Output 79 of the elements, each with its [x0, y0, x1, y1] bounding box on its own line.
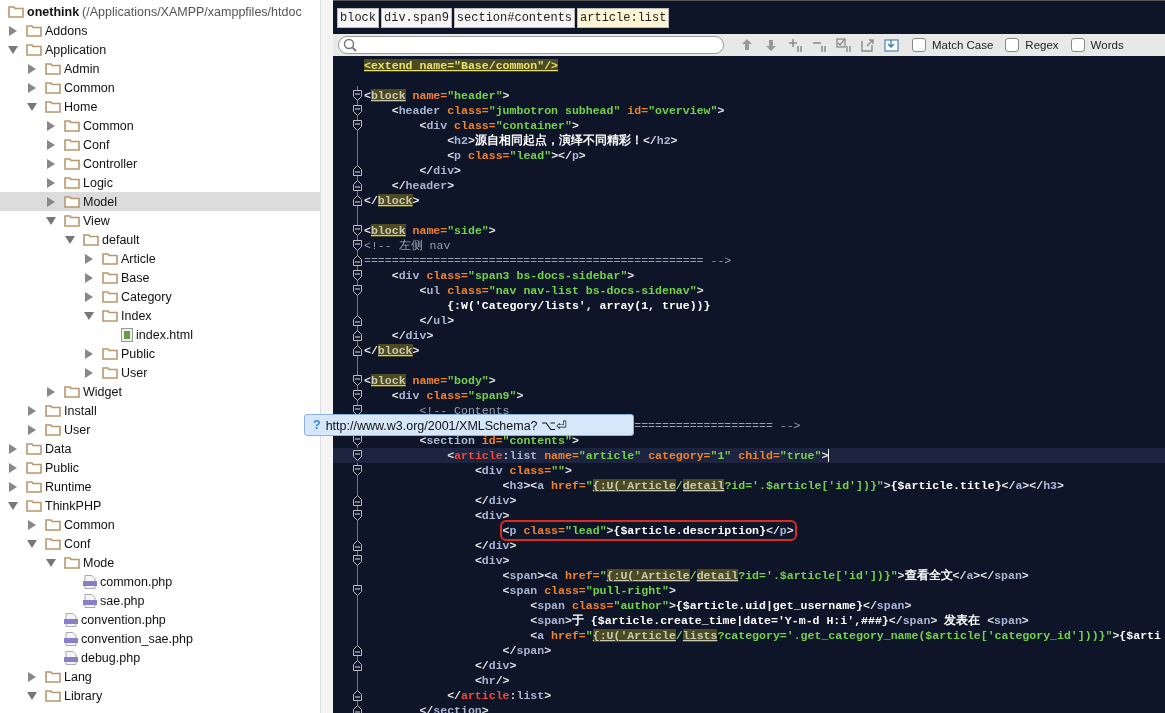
folder-name: Common [83, 118, 134, 133]
code-line: <span><a href="{:U('Article/detail?id='.$article['id'])}">查看全文</a></span> [502, 568, 1029, 583]
folder-name: Install [64, 403, 97, 418]
code-line: <div> [474, 553, 510, 568]
folder-name: Conf [64, 536, 91, 551]
folder-name: Library [64, 688, 103, 703]
code-line: <ul class="nav nav-list bs-docs-sidenav"> [419, 283, 704, 298]
folder-name: Widget [83, 384, 122, 399]
folder-name: Controller [83, 156, 138, 171]
code-line: ==================== --> [634, 418, 801, 433]
folder-name: Model [83, 194, 118, 209]
help-icon: ? [313, 418, 321, 432]
folder-name: Logic [83, 175, 113, 190]
folder-name: Common [64, 517, 115, 532]
code-line: <header class="jumbotron subhead" id="overview"> [391, 103, 725, 118]
file-name: debug.php [81, 650, 141, 665]
folder-name: Addons [45, 23, 88, 38]
code-line: <article:list name="article" category="1" child="true"> [447, 448, 829, 463]
code-line: <div class="span9"> [391, 388, 524, 403]
code-line: <div class="span3 bs-docs-sidebar"> [391, 268, 635, 283]
code-line: <block name="side"> [364, 223, 496, 238]
code-line: <!-- 左侧 nav [364, 238, 451, 253]
code-line: ================================================= --> [364, 253, 732, 268]
code-line: </block> [364, 193, 420, 208]
folder-name: Category [121, 289, 172, 304]
code-line: </header> [391, 178, 455, 193]
file-name: convention_sae.php [81, 631, 193, 646]
code-line: </block> [364, 343, 420, 358]
code-line: <a href="{:U('Article/lists?category='.get_category_name($article['category_id']))}">{$arti [530, 628, 1161, 643]
tooltip-text: http://www.w3.org/2001/XMLSchema? ⌥⏎ [325, 417, 568, 433]
project-path: (/Applications/XAMPP/xamppfiles/htdoc [82, 4, 302, 19]
folder-name: Mode [83, 555, 115, 570]
code-line: </span> [502, 643, 552, 658]
folder-name: Common [64, 80, 115, 95]
file-name: sae.php [100, 593, 145, 608]
project-name: onethink [27, 4, 80, 19]
folder-name: Lang [64, 669, 92, 684]
code-line: </article:list> [447, 688, 552, 703]
folder-name: Index [121, 308, 152, 323]
code-line: <!-- Contents [419, 403, 510, 418]
file-name: index.html [136, 327, 193, 342]
code-line: <block name="header"> [364, 88, 510, 103]
code-line: <p class="lead"></p> [447, 148, 586, 163]
file-name: convention.php [81, 612, 166, 627]
code-line: <div> [474, 508, 510, 523]
file-name: common.php [100, 574, 173, 589]
folder-name: View [83, 213, 110, 228]
folder-name: Admin [64, 61, 100, 76]
code-line: </ul> [419, 313, 455, 328]
folder-name: ThinkPHP [45, 498, 102, 513]
code-line: {:W('Category/lists', array(1, true))} [447, 298, 711, 313]
code-line: </div> [474, 493, 517, 508]
folder-name: Public [45, 460, 80, 475]
code-line: <p class="lead">{$article.description}</p> [502, 523, 794, 538]
code-line: <span class="pull-right"> [502, 583, 676, 598]
folder-name: User [64, 422, 91, 437]
code-line: <span class="author">{$article.uid|get_username}</span> [530, 598, 912, 613]
code-line: <div class=""> [474, 463, 572, 478]
code-line: <h3><a href="{:U('Article/detail?id='.$article['id'])}">{$article.title}</a></h3> [502, 478, 1064, 493]
code-line: <block name="body"> [364, 373, 496, 388]
code-line: </div> [474, 658, 517, 673]
folder-name: Article [121, 251, 156, 266]
folder-name: User [121, 365, 148, 380]
code-line: <h2>源自相同起点，演绎不同精彩！</h2> [447, 133, 678, 148]
folder-name: Runtime [45, 479, 92, 494]
code-line: </div> [419, 163, 462, 178]
folder-name: Data [45, 441, 72, 456]
folder-name: Home [64, 99, 98, 114]
folder-name: Base [121, 270, 150, 285]
code-line: <hr/> [474, 673, 510, 688]
code-line: </div> [391, 328, 434, 343]
folder-name: Application [45, 42, 107, 57]
code-line: <section id="contents"> [419, 433, 579, 448]
code-line: <span>于 {$article.create_time|date='Y-m-d H:i',###}</span> 发表在 <span> [530, 613, 1029, 628]
folder-name: Public [121, 346, 156, 361]
code-line: </div> [474, 538, 517, 553]
code-line: <div class="container"> [419, 118, 579, 133]
folder-name: default [102, 232, 140, 247]
folder-name: Conf [83, 137, 110, 152]
